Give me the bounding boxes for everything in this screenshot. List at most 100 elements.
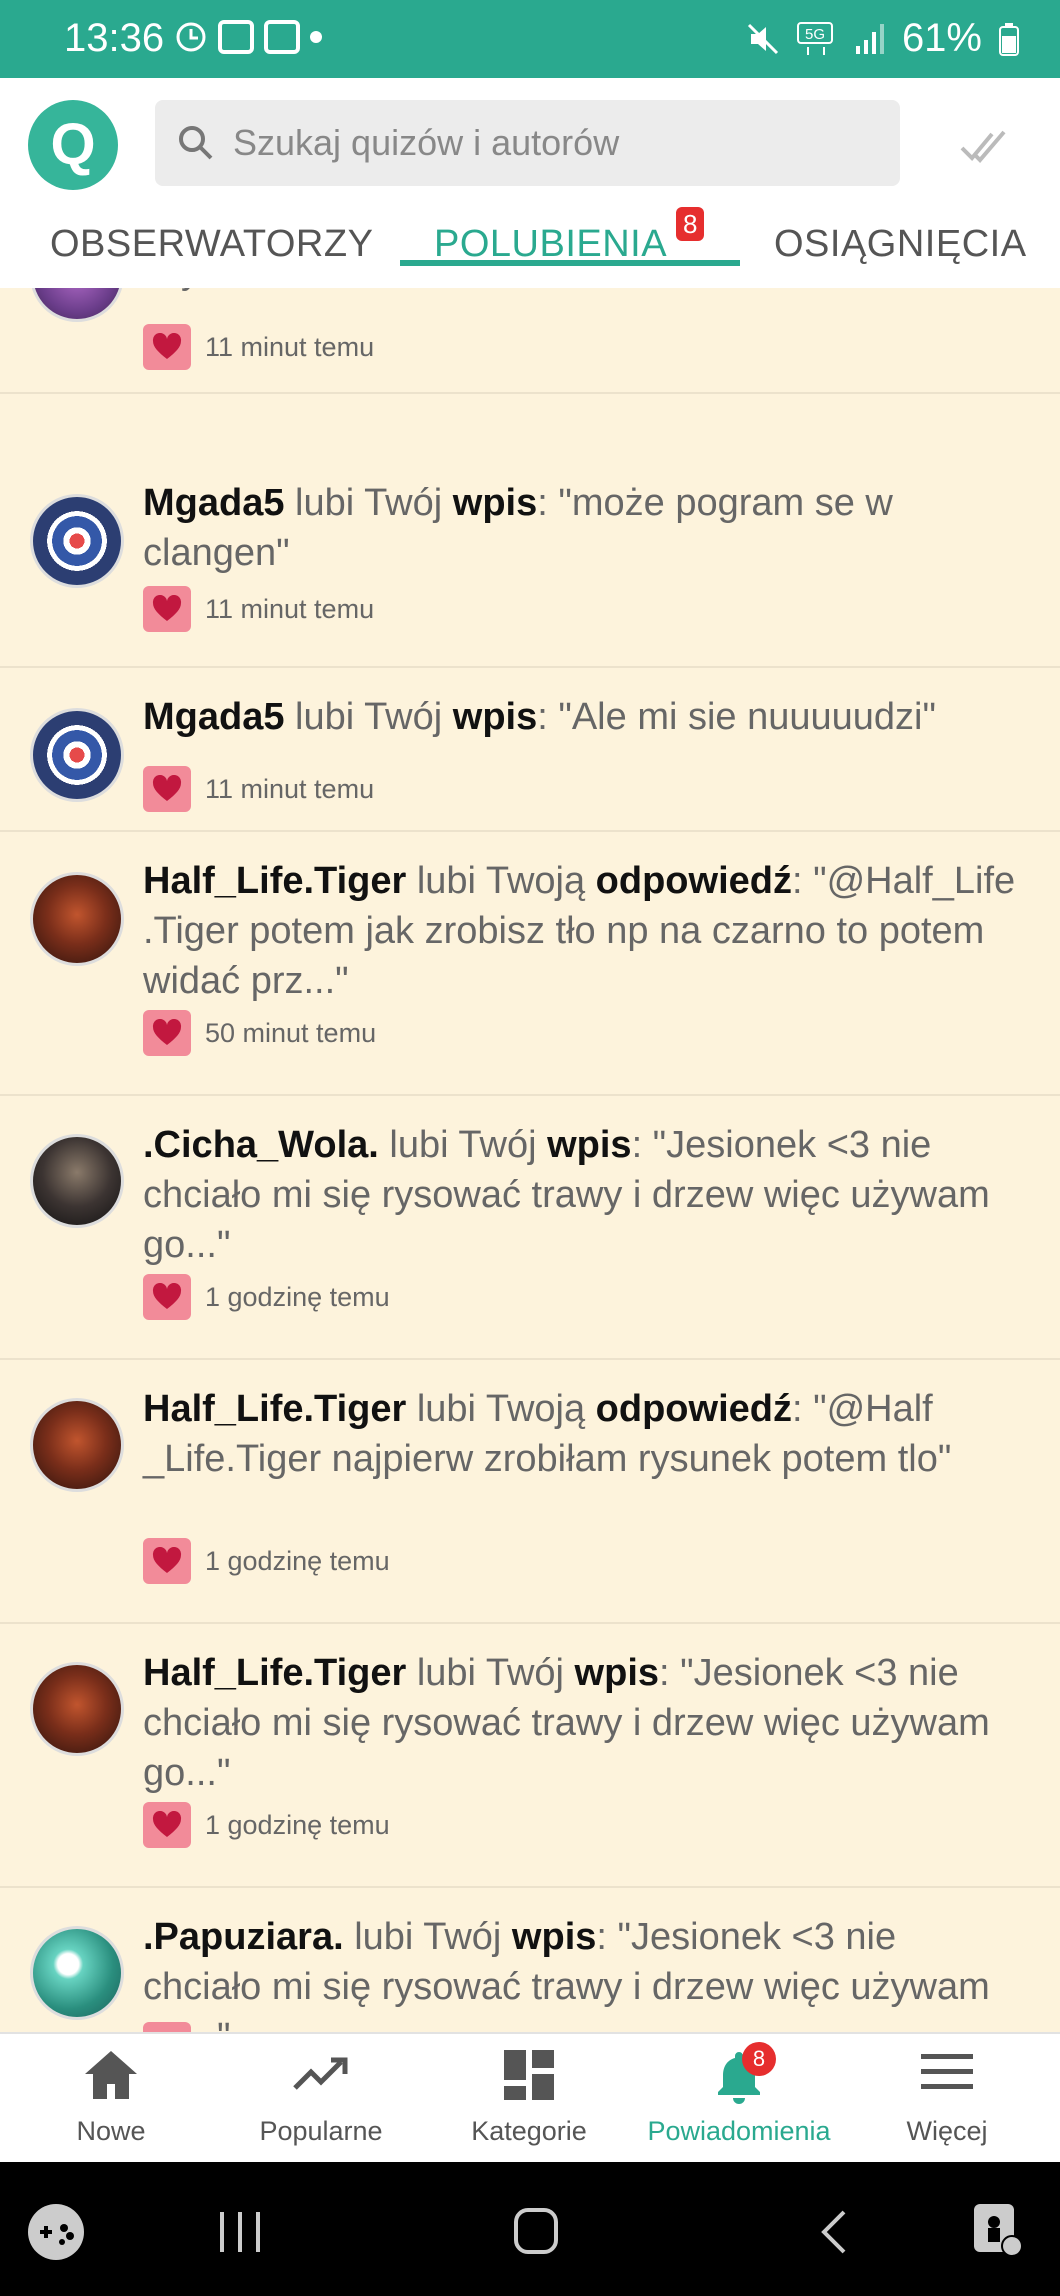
status-left-icons — [174, 20, 322, 54]
tab-bar: OBSERWATORZY POLUBIENIA 8 OSIĄGNIĘCIA — [0, 207, 1060, 288]
username[interactable]: Half_Life.Tiger — [143, 860, 406, 902]
notification-item[interactable]: Mgada5 lubi Twój wpis: "może pogram se w… — [0, 456, 1060, 668]
menu-icon — [921, 2054, 973, 2089]
username[interactable]: .Cicha_Wola. — [143, 1124, 379, 1166]
notification-text: Mgada5 lubi Twój wpis: "Ale mi sie nuuuu… — [143, 692, 1023, 742]
object-type: odpowiedź — [595, 1388, 792, 1430]
active-tab-indicator — [400, 260, 740, 266]
system-navigation-bar — [0, 2162, 1060, 2296]
accessibility-lock-icon[interactable] — [970, 2200, 1026, 2260]
avatar[interactable] — [30, 1134, 124, 1228]
notifications-feed: czyta!!!!!! 11 minut temu Mgada5 lubi Tw… — [0, 288, 1060, 2032]
tab-obserwatorzy[interactable]: OBSERWATORZY — [50, 223, 373, 266]
notification-item[interactable]: Half_Life.Tiger lubi Twoją odpowiedź: "@… — [0, 834, 1060, 1096]
notification-item[interactable]: Half_Life.Tiger lubi Twój wpis: "Jesione… — [0, 1626, 1060, 1888]
username[interactable]: .Papuziara. — [143, 1916, 344, 1958]
status-right: 5G 61% — [746, 16, 1020, 61]
notification-meta: 11 minut temu — [143, 324, 374, 370]
heart-icon — [143, 1538, 191, 1584]
verb: lubi Twoją — [406, 860, 596, 902]
avatar[interactable] — [30, 1662, 124, 1756]
notifications-badge: 8 — [742, 2042, 776, 2076]
search-bar[interactable] — [155, 100, 900, 186]
nav-powiadomienia[interactable]: 8 Powiadomienia — [634, 2034, 844, 2164]
categories-icon — [504, 2050, 554, 2100]
object-type: odpowiedź — [595, 860, 792, 902]
app-header: Q OBSERWATORZY POLUBIENIA 8 OSIĄGNIĘCIA — [0, 78, 1060, 288]
notification-item[interactable]: Mgada5 lubi Twój wpis: "Ale mi sie nuuuu… — [0, 670, 1060, 832]
search-icon — [179, 126, 213, 160]
username[interactable]: Mgada5 — [143, 482, 284, 524]
notification-time: 1 godzinę temu — [205, 1809, 390, 1840]
notification-time: 11 minut temu — [205, 331, 375, 362]
nav-kategorie[interactable]: Kategorie — [424, 2034, 634, 2164]
avatar[interactable] — [30, 494, 124, 588]
avatar[interactable] — [30, 1398, 124, 1492]
avatar[interactable] — [30, 708, 124, 802]
signal-icon — [855, 23, 884, 54]
search-input[interactable] — [233, 122, 873, 164]
tab-osiagniecia[interactable]: OSIĄGNIĘCIA — [774, 223, 1027, 266]
notification-item[interactable]: .Cicha_Wola. lubi Twój wpis: "Jesionek <… — [0, 1098, 1060, 1360]
status-bar: 13:36 5G 61% — [0, 0, 1060, 78]
heart-icon — [143, 2022, 191, 2032]
username[interactable]: Half_Life.Tiger — [143, 1652, 406, 1694]
home-button-icon[interactable] — [512, 2206, 560, 2256]
battery-icon — [999, 22, 1019, 56]
alarm-icon — [176, 22, 206, 52]
svg-text:5G: 5G — [805, 26, 825, 43]
notification-text: .Papuziara. lubi Twój wpis: "Jesionek <3… — [143, 1912, 1023, 2032]
notification-text: Half_Life.Tiger lubi Twój wpis: "Jesione… — [143, 1648, 1023, 1798]
avatar[interactable] — [30, 288, 124, 322]
5g-icon: 5G — [796, 21, 833, 55]
heart-icon — [143, 586, 191, 632]
object-type: wpis — [574, 1652, 660, 1694]
username[interactable]: Half_Life.Tiger — [143, 1388, 406, 1430]
verb: lubi Twoją — [406, 1388, 596, 1430]
mark-all-read-icon[interactable] — [960, 124, 1008, 168]
game-launcher-icon[interactable] — [26, 2202, 86, 2262]
notification-time: 11 minut temu — [205, 773, 375, 804]
notification-text: czyta!!!!!! — [143, 288, 1023, 296]
notification-item[interactable]: Half_Life.Tiger lubi Twoją odpowiedź: "@… — [0, 1362, 1060, 1624]
notification-meta — [143, 2022, 191, 2032]
nav-nowe[interactable]: Nowe — [6, 2034, 216, 2164]
notification-meta: 1 godzinę temu — [143, 1274, 390, 1320]
quote: : "Ale mi sie nuuuuudzi" — [537, 696, 936, 738]
notification-text: Mgada5 lubi Twój wpis: "może pogram se w… — [143, 478, 1023, 578]
nav-wiecej[interactable]: Więcej — [842, 2034, 1052, 2164]
notification-meta: 1 godzinę temu — [143, 1802, 390, 1848]
object-type: wpis — [511, 1916, 597, 1958]
back-icon[interactable] — [816, 2208, 850, 2256]
avatar[interactable] — [30, 872, 124, 966]
heart-icon — [143, 1010, 191, 1056]
notification-time: 11 minut temu — [205, 593, 375, 624]
trending-icon — [293, 2057, 348, 2090]
more-notifications-dot — [310, 31, 322, 43]
verb: lubi Twój — [284, 482, 453, 524]
verb: lubi Twój — [406, 1652, 575, 1694]
heart-icon — [143, 1802, 191, 1848]
tab-polubienia-badge: 8 — [676, 207, 705, 241]
nav-popularne[interactable]: Popularne — [216, 2034, 426, 2164]
nav-label: Powiadomienia — [647, 2116, 831, 2146]
recent-apps-icon[interactable] — [216, 2210, 266, 2254]
heart-icon — [143, 766, 191, 812]
username[interactable]: Mgada5 — [143, 696, 284, 738]
notification-item[interactable]: czyta!!!!!! 11 minut temu — [0, 288, 1060, 394]
heart-icon — [143, 1274, 191, 1320]
nav-label: Kategorie — [471, 2116, 587, 2146]
mute-icon — [747, 23, 778, 54]
verb: lubi Twój — [284, 696, 453, 738]
status-time: 13:36 — [64, 16, 165, 60]
notification-time: 1 godzinę temu — [205, 1281, 390, 1312]
object-type: wpis — [452, 482, 538, 524]
app-logo[interactable]: Q — [28, 100, 118, 190]
notification-meta: 11 minut temu — [143, 766, 374, 812]
notification-item[interactable]: .Papuziara. lubi Twój wpis: "Jesionek <3… — [0, 1890, 1060, 2032]
battery-percent: 61% — [901, 16, 982, 60]
avatar[interactable] — [30, 1926, 124, 2020]
app-notification-icon-2 — [264, 20, 300, 54]
notification-meta: 50 minut temu — [143, 1010, 376, 1056]
nav-label: Więcej — [906, 2116, 988, 2146]
